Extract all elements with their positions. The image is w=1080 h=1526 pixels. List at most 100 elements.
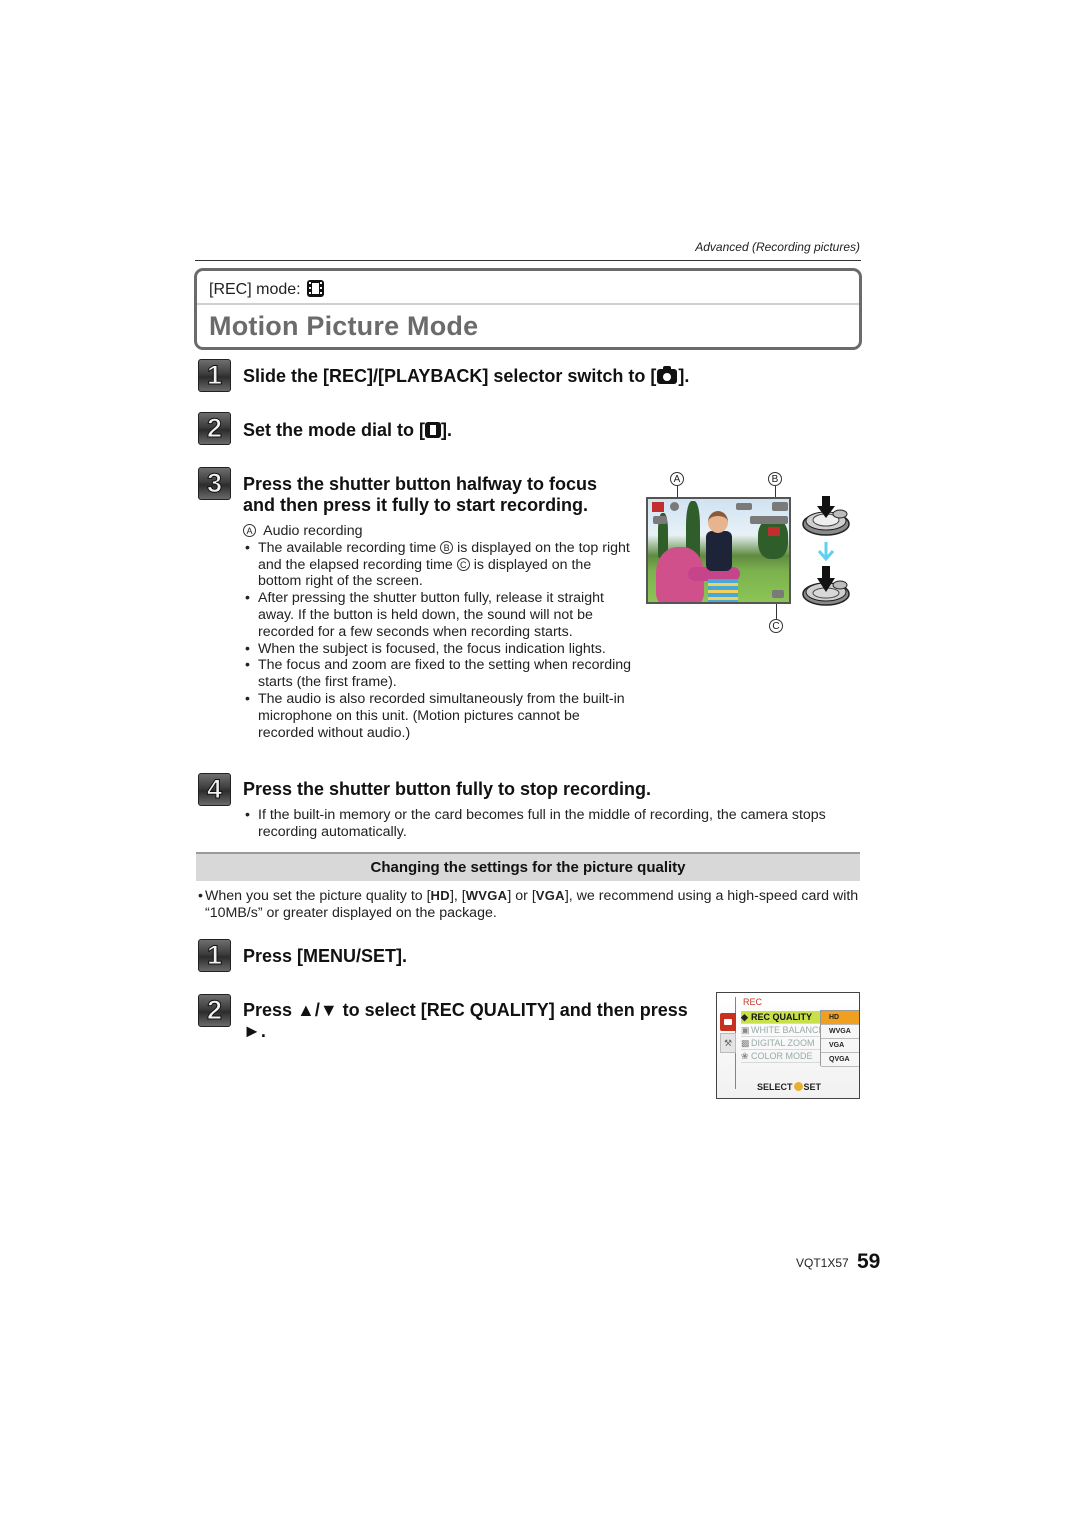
option-wvga[interactable]: WVGA (821, 1025, 859, 1039)
quality-step-badge-2: 2 (198, 994, 231, 1027)
rec-mode-label: [REC] mode: (209, 280, 325, 299)
footer-set-label: SET (803, 1082, 822, 1092)
bullet-item: The available recording time B is displa… (243, 540, 638, 590)
quality-badge-hd: HD (430, 888, 450, 903)
step-3-text: Press the shutter button halfway to focu… (243, 474, 597, 516)
note-text: When you set the picture quality to [ (205, 888, 431, 904)
callout-marker-c: C (456, 557, 470, 571)
battery-icon (772, 502, 788, 511)
quality-step-2-text: Press ▲/▼ to select [REC QUALITY] and th… (243, 1000, 703, 1042)
osd-rec-indicator (768, 527, 780, 536)
step-3-line1: Press the shutter button halfway to focu… (243, 474, 598, 494)
menu-item-label: REC QUALITY (751, 1012, 813, 1022)
osd-icon (670, 502, 679, 511)
step-number: 4 (206, 774, 223, 804)
section-title: Changing the settings for the picture qu… (370, 859, 686, 876)
osd-icon (653, 516, 667, 524)
rec-menu-screenshot: REC ⚒ ◆ REC QUALITY ▣WHITE BALANCE ▩DIGIT… (716, 992, 860, 1099)
motion-picture-mode-icon (307, 280, 325, 297)
bullet-item: When you set the picture quality to [HD]… (196, 888, 861, 922)
bullet-item: When the subject is focused, the focus i… (243, 641, 638, 658)
callout-a-text: Audio recording (263, 523, 363, 539)
camera-icon (657, 366, 678, 384)
rec-menu-tab-camera-icon[interactable] (720, 1013, 736, 1031)
menu-item-color-mode[interactable]: ❀ COLOR MODE (741, 1050, 821, 1063)
setup-menu-tab-wrench-icon[interactable]: ⚒ (720, 1033, 736, 1053)
menu-item-digital-zoom[interactable]: ▩DIGITAL ZOOM (741, 1037, 821, 1050)
bullet-text: The available recording time (258, 539, 441, 556)
shutter-full-press-icon (802, 566, 850, 606)
page-title: Motion Picture Mode (209, 311, 479, 341)
section-bar: Changing the settings for the picture qu… (196, 852, 860, 881)
rec-mode-text: [REC] mode: (209, 281, 301, 298)
header-rule (195, 260, 861, 261)
step-2-text-end: ]. (441, 420, 453, 440)
quality-step-2-line2: ►. (243, 1021, 266, 1041)
step-number: 1 (206, 360, 223, 390)
menu-item-label: WHITE BALANCE (751, 1025, 821, 1035)
step-2-text: Set the mode dial to []. (243, 420, 452, 441)
menu-item-icon: ▩ (741, 1038, 750, 1048)
bullet-item: After pressing the shutter button fully,… (243, 590, 638, 640)
step-4-text: Press the shutter button fully to stop r… (243, 779, 652, 799)
elapsed-recording-time (772, 590, 784, 598)
step-badge-4: 4 (198, 773, 231, 806)
step-1-text-end: ]. (678, 366, 690, 386)
menu-title: REC (743, 997, 763, 1007)
note-text: ], [ (449, 888, 466, 904)
step-number: 3 (206, 468, 223, 498)
step-1-text: Slide the [REC]/[PLAYBACK] selector swit… (243, 366, 689, 387)
menu-item-label: COLOR MODE (751, 1051, 813, 1061)
page-number: 59 (857, 1250, 881, 1273)
title-box: [REC] mode: Motion Picture Mode (194, 268, 862, 350)
document-code: VQT1X57 (796, 1256, 849, 1270)
menu-item-white-balance[interactable]: ▣WHITE BALANCE (741, 1024, 821, 1037)
child-figure (706, 531, 732, 571)
option-qvga[interactable]: QVGA (821, 1053, 859, 1067)
arrow-down-icon (817, 542, 835, 562)
step-2-text-part: Set the mode dial to [ (243, 420, 426, 440)
quality-step-badge-1: 1 (198, 939, 231, 972)
mode-row: [REC] mode: (197, 271, 859, 305)
rocking-horse-spring (708, 579, 738, 602)
callout-a-note: A Audio recording (243, 523, 638, 540)
menu-item-icon: ❀ (741, 1051, 749, 1061)
step-3-line2: and then press it fully to start recordi… (243, 495, 589, 515)
option-vga[interactable]: VGA (821, 1039, 859, 1053)
menu-item-label: DIGITAL ZOOM (751, 1038, 815, 1048)
rec-mode-osd-icon (652, 502, 664, 512)
illustration-label-b: B (768, 472, 782, 486)
step-number: 2 (206, 413, 223, 443)
bullet-item: If the built-in memory or the card becom… (243, 807, 853, 841)
step-3-details: A Audio recording The available recordin… (243, 523, 638, 741)
callout-marker-b: B (440, 540, 454, 554)
step-number: 2 (206, 995, 223, 1025)
quality-step-2-line1: Press ▲/▼ to select [REC QUALITY] and th… (243, 1000, 688, 1020)
motion-picture-icon (425, 422, 442, 438)
menu-footer: SELECT SET (757, 1082, 821, 1092)
step-1-text-part: Slide the [REC]/[PLAYBACK] selector swit… (243, 366, 657, 386)
available-recording-time (750, 516, 788, 524)
menu-item-icon: ◆ (741, 1012, 748, 1022)
illustration-label-c: C (769, 619, 783, 633)
menu-item-icon: ▣ (741, 1025, 750, 1035)
bullet-item: The focus and zoom are fixed to the sett… (243, 657, 638, 691)
tree-shape (758, 519, 788, 559)
illustration-label-a: A (670, 472, 684, 486)
note-text: ] or [ (507, 888, 536, 904)
quality-options-panel: HD WVGA VGA QVGA (820, 1010, 859, 1067)
camera-lcd-preview (646, 497, 791, 604)
step-badge-2: 2 (198, 412, 231, 445)
step-badge-3: 3 (198, 467, 231, 500)
child-head (708, 511, 728, 533)
option-hd[interactable]: HD (821, 1011, 859, 1025)
bullet-item: The audio is also recorded simultaneousl… (243, 691, 638, 741)
step-4-details: If the built-in memory or the card becom… (243, 807, 853, 841)
shutter-half-press-icon (802, 496, 850, 536)
section-label: Advanced (Recording pictures) (695, 240, 860, 254)
callout-marker-a: A (243, 524, 256, 537)
footer-select-label: SELECT (757, 1082, 793, 1092)
quality-badge-wvga: WVGA (465, 888, 508, 903)
step-number: 1 (206, 940, 223, 970)
menu-item-rec-quality[interactable]: ◆ REC QUALITY (741, 1011, 821, 1024)
